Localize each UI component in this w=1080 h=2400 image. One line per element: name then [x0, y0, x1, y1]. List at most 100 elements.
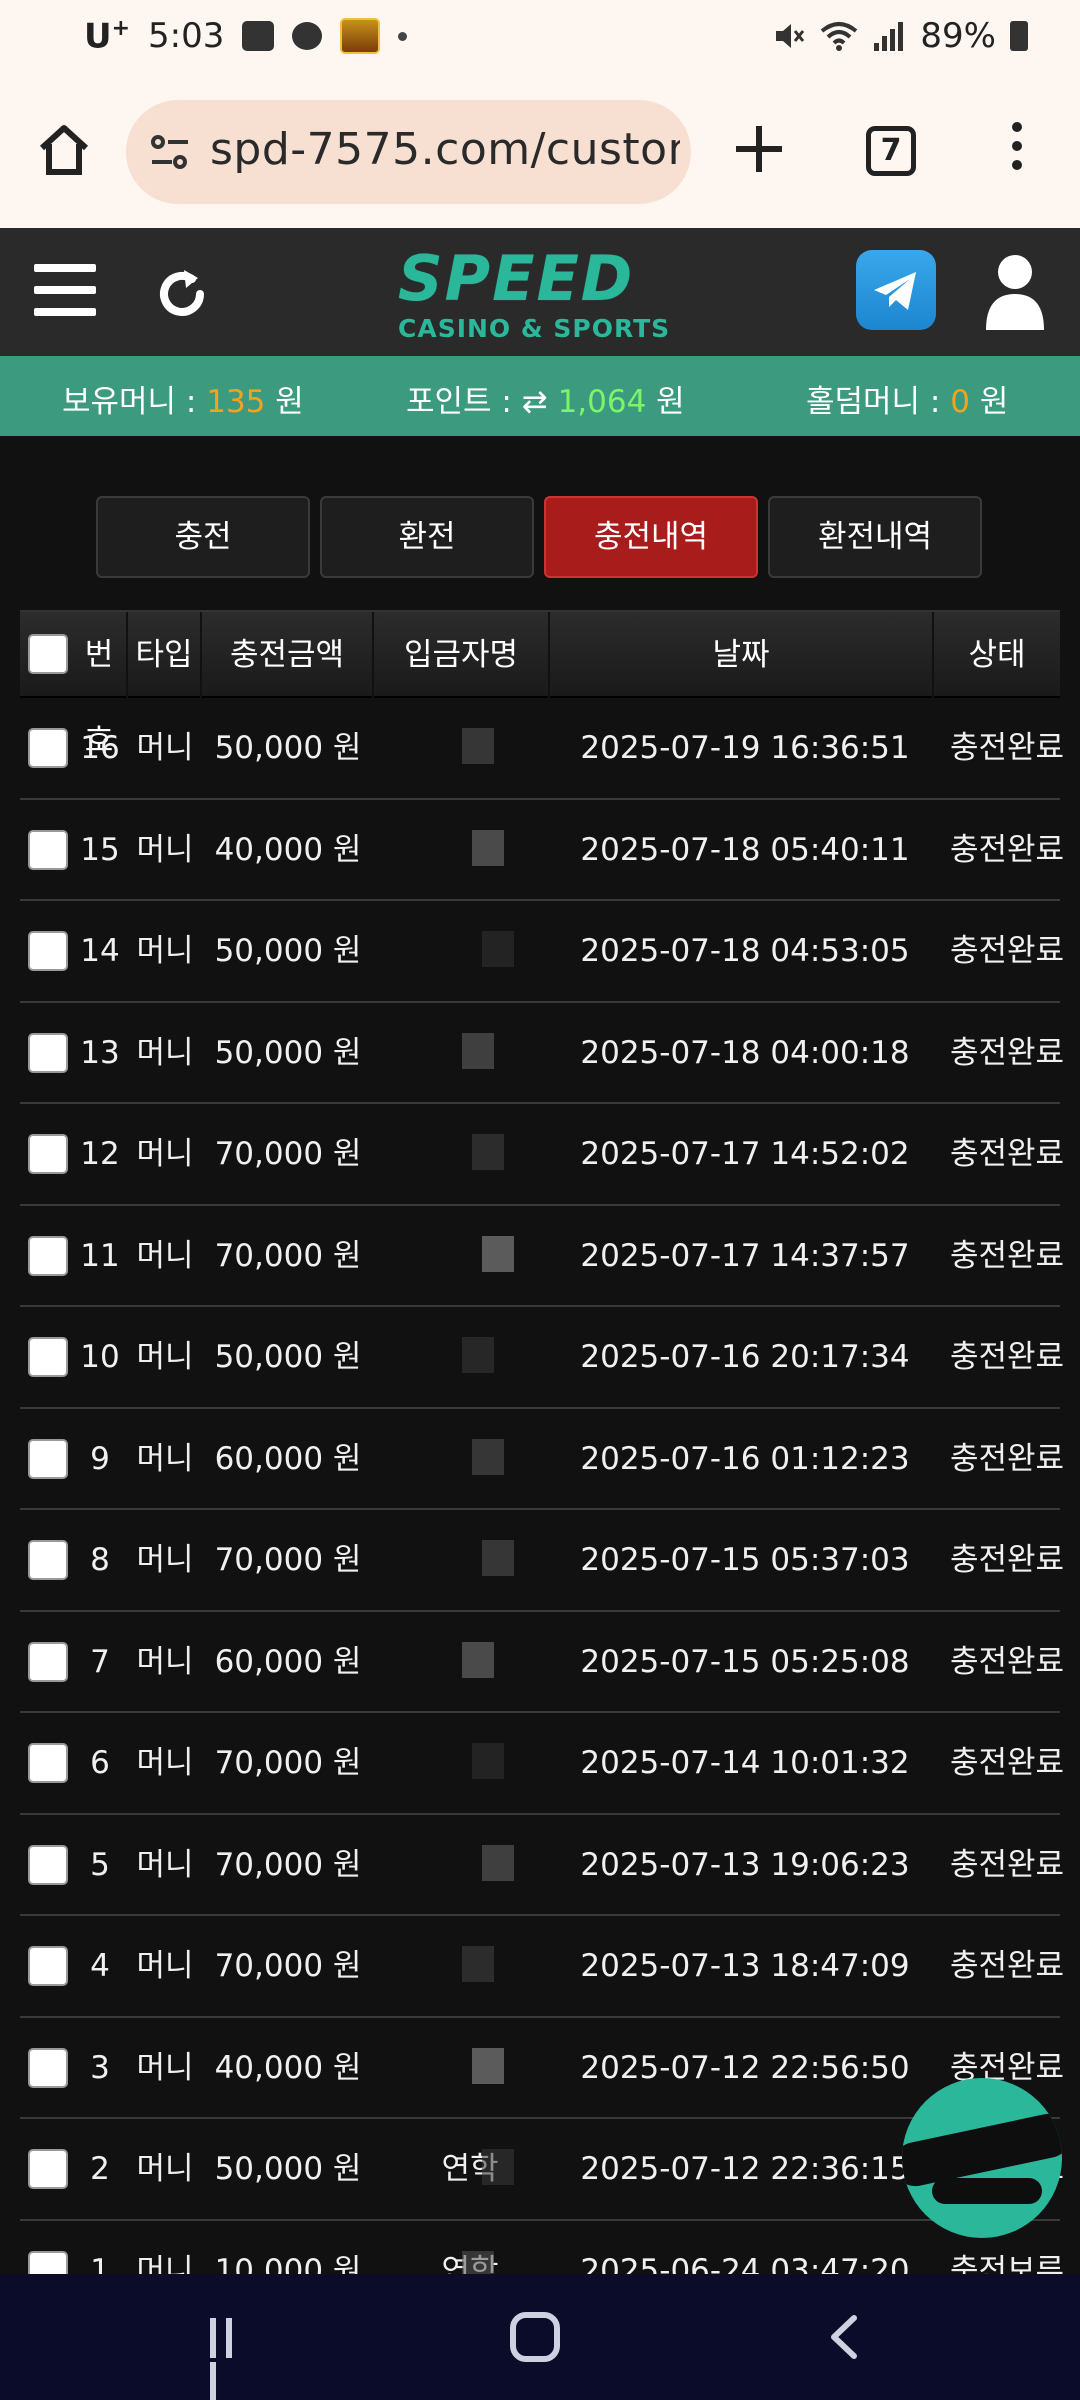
point-convert-icon[interactable]: ⇄	[522, 384, 548, 420]
table-row[interactable]: 4 머니 70,000 원 2025-07-13 18:47:09 충전완료	[20, 1916, 1064, 2018]
row-checkbox[interactable]	[28, 1235, 68, 1276]
row-type: 머니	[136, 730, 194, 766]
user-profile-icon[interactable]	[982, 250, 1048, 332]
table-row[interactable]: 10 머니 50,000 원 2025-07-16 20:17:34 충전완료	[20, 1307, 1064, 1409]
row-number: 7	[90, 1643, 110, 1680]
table-row[interactable]: 13 머니 50,000 원 2025-07-18 04:00:18 충전완료	[20, 1003, 1064, 1104]
row-checkbox[interactable]	[28, 1844, 68, 1885]
refresh-icon[interactable]	[152, 264, 212, 324]
row-number: 9	[90, 1440, 110, 1477]
mute-icon	[776, 24, 805, 48]
table-row[interactable]: 11 머니 70,000 원 2025-07-17 14:37:57 충전완료	[20, 1206, 1064, 1307]
status-bar: U+ 5:03 89%	[0, 0, 1080, 78]
signal-icon	[874, 22, 904, 51]
home-nav-icon[interactable]	[510, 2312, 560, 2362]
row-checkbox[interactable]	[28, 2149, 68, 2189]
row-number: 4	[90, 1948, 110, 1984]
table-row[interactable]: 5 머니 70,000 원 2025-07-13 19:06:23 충전완료	[20, 1815, 1064, 1916]
row-type: 머니	[136, 1643, 194, 1680]
header-type: 타입	[128, 612, 202, 698]
row-checkbox[interactable]	[28, 2047, 68, 2088]
site-settings-icon[interactable]	[148, 130, 192, 174]
row-checkbox[interactable]	[28, 1540, 68, 1580]
row-type: 머니	[136, 831, 194, 868]
redacted-depositor	[462, 1946, 494, 1982]
back-icon[interactable]	[824, 2314, 864, 2360]
row-type: 머니	[136, 1440, 194, 1477]
table-row[interactable]: 6 머니 70,000 원 2025-07-14 10:01:32 충전완료	[20, 1713, 1064, 1815]
row-checkbox[interactable]	[28, 1743, 68, 1783]
row-depositor	[390, 2018, 550, 2118]
table-row[interactable]: 16 머니 50,000 원 2025-07-19 16:36:51 충전완료	[20, 698, 1064, 800]
money-balance: 보유머니 : 135 원	[62, 384, 304, 420]
holdem-balance: 홀덤머니 : 0 원	[806, 384, 1009, 420]
row-checkbox[interactable]	[28, 1946, 68, 1986]
redacted-depositor	[482, 2149, 514, 2185]
row-number: 2	[90, 2151, 110, 2187]
table-row[interactable]: 9 머니 60,000 원 2025-07-16 01:12:23 충전완료	[20, 1409, 1064, 1510]
row-checkbox[interactable]	[28, 1337, 68, 1377]
row-date: 2025-07-18 04:00:18	[580, 1034, 910, 1071]
row-type: 머니	[136, 1846, 194, 1883]
table-row[interactable]: 14 머니 50,000 원 2025-07-18 04:53:05 충전완료	[20, 901, 1064, 1003]
row-checkbox[interactable]	[28, 728, 68, 768]
recent-apps-icon[interactable]	[210, 2318, 254, 2400]
tab-withdraw-history[interactable]: 환전내역	[768, 496, 982, 578]
row-status: 충전완료	[949, 1542, 1065, 1578]
redacted-depositor	[462, 728, 494, 764]
tab-withdraw[interactable]: 환전	[320, 496, 534, 578]
row-number: 15	[80, 831, 120, 868]
table-row[interactable]: 15 머니 40,000 원 2025-07-18 05:40:11 충전완료	[20, 800, 1064, 901]
table-row[interactable]: 12 머니 70,000 원 2025-07-17 14:52:02 충전완료	[20, 1104, 1064, 1206]
row-checkbox[interactable]	[28, 1641, 68, 1682]
wifi-icon	[821, 22, 858, 51]
row-number: 13	[80, 1034, 120, 1071]
row-number: 10	[80, 1339, 120, 1375]
row-type: 머니	[136, 1948, 194, 1984]
row-type: 머니	[136, 1339, 194, 1375]
row-number: 5	[90, 1846, 110, 1883]
row-date: 2025-07-17 14:37:57	[580, 1237, 910, 1274]
row-number: 14	[80, 933, 120, 969]
row-depositor	[390, 901, 550, 1001]
browser-menu-icon[interactable]	[1010, 122, 1024, 182]
row-type: 머니	[136, 1034, 194, 1071]
more-notifications-icon	[398, 31, 408, 41]
point-balance[interactable]: 포인트 : ⇄ 1,064 원	[406, 376, 685, 421]
row-type: 머니	[136, 2049, 194, 2086]
system-nav-bar	[0, 2274, 1080, 2400]
row-checkbox[interactable]	[28, 1438, 68, 1479]
row-checkbox[interactable]	[28, 829, 68, 870]
url-text[interactable]: spd-7575.com/customer	[210, 124, 680, 175]
row-depositor	[390, 1713, 550, 1813]
row-checkbox[interactable]	[28, 1134, 68, 1174]
row-amount: 50,000 원	[214, 1339, 362, 1375]
telegram-button[interactable]	[856, 250, 936, 330]
address-bar[interactable]: spd-7575.com/customer	[126, 100, 691, 204]
tab-switcher-button[interactable]: 7	[866, 126, 916, 176]
balance-bar: 보유머니 : 135 원 포인트 : ⇄ 1,064 원 홀덤머니 : 0 원	[0, 356, 1080, 436]
row-status: 충전완료	[949, 1237, 1065, 1274]
row-type: 머니	[136, 1542, 194, 1578]
floating-logo-button[interactable]	[902, 2078, 1062, 2238]
table-row[interactable]: 8 머니 70,000 원 2025-07-15 05:37:03 충전완료	[20, 1510, 1064, 1612]
select-all-checkbox[interactable]	[28, 634, 68, 674]
site-logo[interactable]: SPEED CASINO & SPORTS	[398, 248, 684, 344]
row-checkbox[interactable]	[28, 1032, 68, 1073]
row-amount: 70,000 원	[214, 1846, 362, 1883]
redacted-depositor	[482, 931, 514, 967]
row-date: 2025-07-19 16:36:51	[580, 730, 910, 766]
row-depositor	[390, 1815, 550, 1915]
header-date: 날짜	[550, 612, 934, 698]
home-icon[interactable]	[36, 122, 92, 178]
tab-deposit[interactable]: 충전	[96, 496, 310, 578]
table-row[interactable]: 7 머니 60,000 원 2025-07-15 05:25:08 충전완료	[20, 1612, 1064, 1713]
row-type: 머니	[136, 2151, 194, 2187]
new-tab-button[interactable]	[734, 124, 784, 174]
table-row[interactable]: 3 머니 40,000 원 2025-07-12 22:56:50 충전완료	[20, 2018, 1064, 2119]
tab-deposit-history[interactable]: 충전내역	[544, 496, 758, 578]
hamburger-menu-icon[interactable]	[34, 264, 96, 320]
row-checkbox[interactable]	[28, 931, 68, 971]
row-date: 2025-07-16 20:17:34	[580, 1339, 910, 1375]
row-status: 충전완료	[949, 1440, 1065, 1477]
